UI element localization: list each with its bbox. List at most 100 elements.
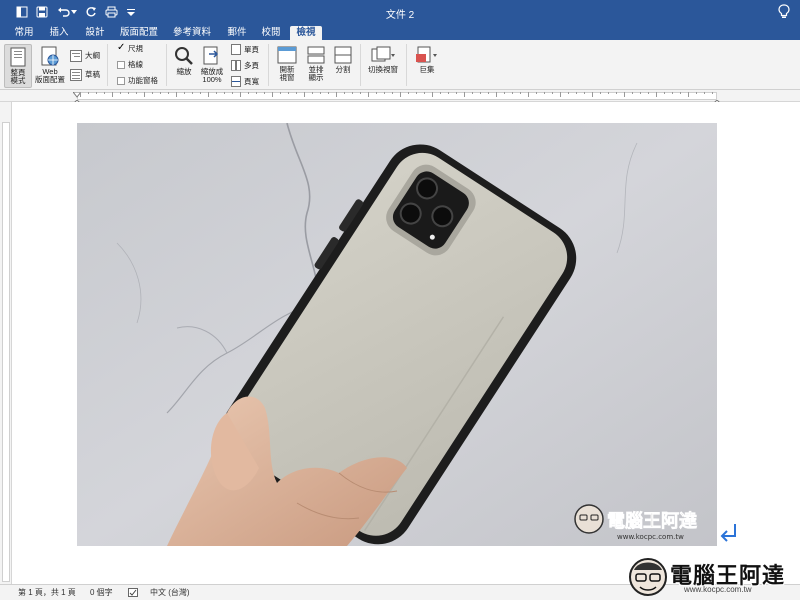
- tab-review[interactable]: 校閱: [256, 26, 286, 40]
- ruler-tick: [680, 92, 681, 94]
- zoom-100-button[interactable]: 縮放成 100%: [199, 46, 225, 84]
- ruler-tick: [624, 92, 625, 97]
- ruler-tick: [416, 92, 417, 94]
- zoom-100-icon: [203, 46, 219, 65]
- tab-insert[interactable]: 插入: [44, 26, 74, 40]
- ruler-tick: [160, 92, 161, 94]
- ruler-track: [2, 122, 10, 582]
- ruler-tick: [440, 92, 441, 94]
- ruler-tick: [312, 92, 313, 94]
- ruler-tick: [504, 92, 505, 94]
- switch-windows-icon: [371, 46, 395, 62]
- vertical-ruler[interactable]: [0, 102, 12, 584]
- tab-view[interactable]: 檢視: [290, 26, 322, 40]
- title-bar: 文件 2: [0, 0, 800, 24]
- ruler-tick: [696, 92, 697, 94]
- ruler-tick: [104, 92, 105, 94]
- ruler-tick: [464, 92, 465, 97]
- gridlines-checkbox[interactable]: 格線: [117, 60, 143, 70]
- one-page-button[interactable]: 單頁: [231, 44, 259, 55]
- ruler-tick: [672, 92, 673, 94]
- ruler-tick: [704, 92, 705, 94]
- draft-icon: [70, 69, 82, 81]
- ruler-tick: [560, 92, 561, 97]
- ruler-tick: [232, 92, 233, 94]
- split-label: 分割: [335, 65, 351, 74]
- tab-references[interactable]: 參考資料: [168, 26, 216, 40]
- ruler-tick: [360, 92, 361, 94]
- ruler-tick: [656, 92, 657, 97]
- ruler-tick: [456, 92, 457, 94]
- one-page-label: 單頁: [244, 44, 259, 54]
- multi-page-button[interactable]: 多頁: [231, 60, 259, 71]
- tab-home[interactable]: 常用: [8, 26, 40, 40]
- ruler-tick: [272, 92, 273, 97]
- ruler-tick: [112, 92, 113, 97]
- ruler-tick: [304, 92, 305, 97]
- ruler-tick: [256, 92, 257, 94]
- ruler-tick: [288, 92, 289, 94]
- ribbon-separator: [406, 44, 407, 86]
- ruler-tick: [224, 92, 225, 94]
- ruler-tick: [424, 92, 425, 94]
- ruler-tick: [296, 92, 297, 94]
- ruler-tick: [608, 92, 609, 94]
- tab-layout[interactable]: 版面配置: [116, 26, 162, 40]
- mascot-logo-icon: [629, 558, 667, 596]
- ruler-tick: [88, 92, 89, 94]
- page-width-button[interactable]: 頁寬: [231, 76, 259, 87]
- ruler-tick: [400, 92, 401, 97]
- tab-design[interactable]: 設計: [80, 26, 110, 40]
- web-layout-button[interactable]: Web 版面配置: [34, 46, 66, 84]
- ruler-tick: [512, 92, 513, 94]
- split-button[interactable]: 分割: [332, 46, 354, 74]
- zoom-label: 縮放: [176, 67, 192, 76]
- inserted-photo[interactable]: 電腦王阿達 www.kocpc.com.tw: [77, 123, 717, 546]
- checkbox-icon: [117, 61, 125, 69]
- web-layout-label: Web 版面配置: [35, 67, 65, 84]
- ruler-label: 尺規: [128, 44, 143, 53]
- ruler-tick: [344, 92, 345, 94]
- switch-windows-label: 切換視窗: [368, 65, 398, 74]
- ribbon-separator: [360, 44, 361, 86]
- one-page-icon: [231, 44, 241, 55]
- ribbon-tabs: 常用 插入 設計 版面配置 參考資料 郵件 校閱 檢視: [0, 24, 800, 40]
- ruler-tick: [128, 92, 129, 94]
- photo-watermark-url: www.kocpc.com.tw: [617, 533, 684, 541]
- page-count[interactable]: 第 1 頁，共 1 頁: [18, 585, 76, 600]
- ruler-tick: [448, 92, 449, 94]
- arrange-all-button[interactable]: 並排 顯示: [303, 46, 329, 82]
- ruler-tick: [144, 92, 145, 97]
- new-window-button[interactable]: 開新 視窗: [274, 46, 300, 82]
- ruler-tick: [240, 92, 241, 97]
- document-title: 文件 2: [385, 10, 415, 21]
- zoom-button[interactable]: 縮放: [172, 46, 196, 76]
- checkbox-icon: [117, 77, 125, 85]
- split-icon: [334, 46, 352, 64]
- paragraph-mark-icon: [719, 522, 739, 544]
- macros-button[interactable]: 巨集: [412, 46, 442, 74]
- ruler-checkbox[interactable]: ✓ 尺規: [117, 43, 143, 54]
- horizontal-ruler[interactable]: [0, 90, 800, 105]
- ruler-tick: [480, 92, 481, 94]
- new-window-label: 開新 視窗: [279, 65, 295, 82]
- outline-button[interactable]: 大綱: [70, 50, 100, 62]
- draft-button[interactable]: 草稿: [70, 69, 100, 81]
- macros-label: 巨集: [419, 65, 435, 74]
- language-indicator[interactable]: 中文 (台灣): [150, 585, 190, 600]
- ruler-tick: [544, 92, 545, 94]
- print-layout-button[interactable]: 整頁 模式: [4, 44, 32, 88]
- switch-windows-button[interactable]: 切換視窗: [365, 46, 401, 74]
- ruler-tick: [80, 92, 81, 97]
- word-count[interactable]: 0 個字: [90, 585, 113, 600]
- ruler-tick: [176, 92, 177, 97]
- nav-pane-checkbox[interactable]: 功能窗格: [117, 76, 158, 86]
- watermark-url: www.kocpc.com.tw: [684, 585, 752, 594]
- ruler-tick: [536, 92, 537, 94]
- tell-me-lightbulb-icon[interactable]: [778, 4, 792, 20]
- tab-mailings[interactable]: 郵件: [222, 26, 252, 40]
- ruler-tick: [584, 92, 585, 94]
- arrange-all-label: 並排 顯示: [308, 65, 324, 82]
- ruler-tick: [576, 92, 577, 94]
- proofing-icon[interactable]: [128, 588, 140, 598]
